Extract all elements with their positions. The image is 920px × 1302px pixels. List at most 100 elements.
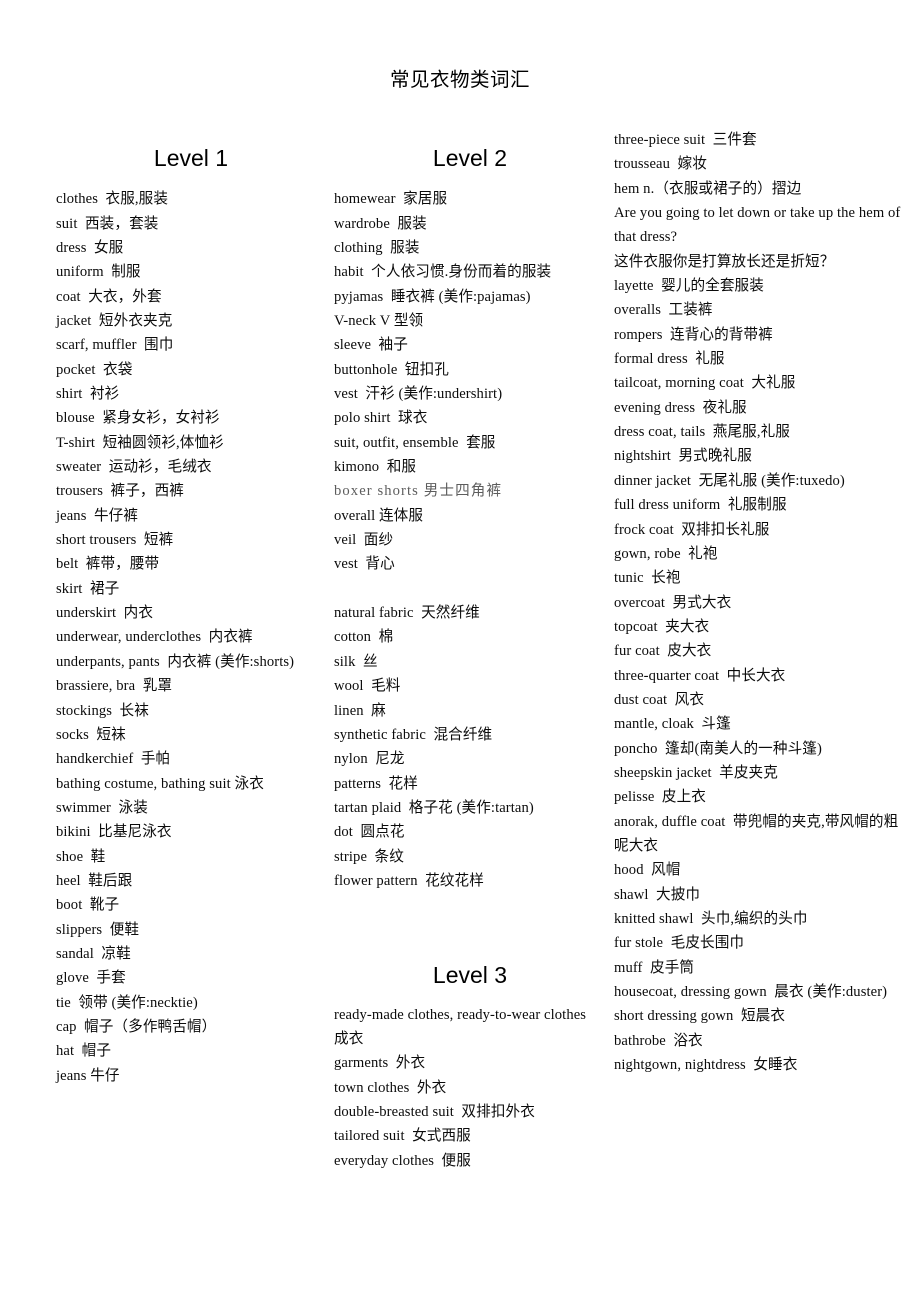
vocab-entry: full dress uniform 礼服制服 bbox=[614, 497, 787, 514]
level-1-entry-list: clothes 衣服,服装 suit 西装，套装 dress 女服 uniform 制… bbox=[56, 187, 326, 1088]
column-level-2: Level 2 homewear 家居服 wardrobe 服装 clothing … bbox=[334, 128, 606, 1173]
vocab-entry: jacket 短外衣夹克 bbox=[56, 313, 173, 330]
vocab-entry: vest 汗衫 (美作:undershirt) bbox=[334, 386, 503, 403]
vocab-entry: short dressing gown 短晨衣 bbox=[614, 1008, 786, 1025]
vocab-entry: everyday clothes 便服 bbox=[334, 1152, 471, 1169]
vocab-entry: short trousers 短裤 bbox=[56, 532, 174, 549]
vocab-entry: 这件衣服你是打算放长还是折短？ bbox=[614, 253, 835, 270]
vocab-entry: kimono 和服 bbox=[334, 459, 417, 476]
vocab-entry: homewear 家居服 bbox=[334, 191, 448, 208]
vocab-entry: pelisse 皮上衣 bbox=[614, 789, 706, 806]
vocab-entry: vest 背心 bbox=[334, 556, 395, 573]
vocab-entry: polo shirt 球衣 bbox=[334, 410, 428, 427]
vocab-entry: pyjamas 睡衣裤 (美作:pajamas) bbox=[334, 288, 531, 305]
vocab-entry: stripe 条纹 bbox=[334, 848, 404, 865]
vocab-entry: linen 麻 bbox=[334, 702, 386, 719]
vocab-entry: hood 风帽 bbox=[614, 862, 681, 879]
vocab-entry: bathrobe 浴衣 bbox=[614, 1032, 703, 1049]
vocab-entry: synthetic fabric 混合纤维 bbox=[334, 726, 493, 743]
vocab-entry: glove 手套 bbox=[56, 970, 126, 987]
vocab-entry: suit 西装，套装 bbox=[56, 215, 159, 232]
vocab-entry: nightshirt 男式晚礼服 bbox=[614, 448, 752, 465]
level-2-fabric-entry-list: natural fabric 天然纤维 cotton 棉 silk 丝 wool 毛料… bbox=[334, 601, 606, 893]
vocab-entry: tie 领带 (美作:necktie) bbox=[56, 994, 198, 1011]
vocab-entry: fur stole 毛皮长围巾 bbox=[614, 935, 745, 952]
vocab-entry: underpants, pants 内衣裤 (美作:shorts) bbox=[56, 653, 295, 670]
vocab-entry: gown, robe 礼袍 bbox=[614, 545, 718, 562]
vocab-entry: town clothes 外衣 bbox=[334, 1079, 447, 1096]
vocab-entry: hat 帽子 bbox=[56, 1043, 112, 1060]
vocab-entry: sheepskin jacket 羊皮夹克 bbox=[614, 764, 778, 781]
vocab-entry: topcoat 夹大衣 bbox=[614, 618, 710, 635]
level-2-entry-list: homewear 家居服 wardrobe 服装 clothing 服装 habit … bbox=[334, 187, 606, 577]
vocab-entry: silk 丝 bbox=[334, 653, 378, 670]
vocab-entry: habit 个人依习惯.身份而着的服装 bbox=[334, 264, 552, 281]
vocab-entry: suit, outfit, ensemble 套服 bbox=[334, 434, 496, 451]
vocab-entry: tailored suit 女式西服 bbox=[334, 1128, 471, 1145]
vocab-entry: knitted shawl 头巾,编织的头巾 bbox=[614, 911, 808, 927]
vocab-entry: garments 外衣 bbox=[334, 1055, 426, 1072]
vocab-entry: dust coat 风衣 bbox=[614, 691, 705, 708]
vocab-entry: fur coat 皮大衣 bbox=[614, 643, 712, 660]
vocab-entry: V-neck V 型领 bbox=[334, 313, 424, 330]
vocab-entry: layette 婴儿的全套服装 bbox=[614, 278, 764, 295]
document-page: 常见衣物类词汇 Level 1 clothes 衣服,服装 suit 西装，套装 d… bbox=[0, 0, 920, 1302]
vocab-entry: underskirt 内衣 bbox=[56, 605, 154, 622]
vocab-entry: dinner jacket 无尾礼服 (美作:tuxedo) bbox=[614, 472, 845, 489]
vocab-entry: T-shirt 短袖圆领衫,体恤衫 bbox=[56, 434, 224, 451]
vocab-entry: shoe 鞋 bbox=[56, 848, 106, 865]
vocab-entry: brassiere, bra 乳罩 bbox=[56, 678, 173, 695]
vocab-entry: sleeve 袖子 bbox=[334, 337, 408, 354]
level-3-entry-list: ready-made clothes, ready-to-wear clothe… bbox=[334, 1003, 606, 1173]
level-1-heading: Level 1 bbox=[153, 145, 229, 171]
vocab-entry: ready-made clothes, ready-to-wear clothe… bbox=[334, 1006, 594, 1047]
vocab-entry: bathing costume, bathing suit 泳衣 bbox=[56, 775, 264, 792]
vocab-entry: boxer shorts 男士四角裤 bbox=[334, 483, 503, 500]
vocab-entry: belt 裤带，腰带 bbox=[56, 556, 160, 573]
vocab-entry: evening dress 夜礼服 bbox=[614, 399, 747, 416]
vocab-entry: cap 帽子（多作鸭舌帽） bbox=[56, 1018, 217, 1035]
vocab-entry: rompers 连背心的背带裤 bbox=[614, 326, 773, 343]
level-2-heading: Level 2 bbox=[432, 145, 508, 171]
vocab-entry: tartan plaid 格子花 (美作:tartan) bbox=[334, 799, 534, 816]
vocab-entry: blouse 紧身女衫，女衬衫 bbox=[56, 410, 220, 427]
vocab-entry: mantle, cloak 斗篷 bbox=[614, 716, 731, 733]
vocab-entry: buttonhole 钮扣孔 bbox=[334, 361, 450, 378]
vocab-entry: trousers 裤子，西裤 bbox=[56, 483, 184, 500]
vocab-entry: nylon 尼龙 bbox=[334, 751, 405, 768]
vocab-entry: veil 面纱 bbox=[334, 532, 394, 549]
vocab-entry: wardrobe 服装 bbox=[334, 215, 427, 232]
overflow-entry-list: three-piece suit 三件套 trousseau 嫁妆 hem n.（衣… bbox=[614, 128, 906, 1077]
vocab-entry: underwear, underclothes 内衣裤 bbox=[56, 629, 253, 646]
vocab-entry: hem n.（衣服或裙子的）摺边 bbox=[614, 180, 802, 197]
vocab-entry: dress coat, tails 燕尾服,礼服 bbox=[614, 424, 790, 441]
vocab-entry: shirt 衬衫 bbox=[56, 386, 120, 403]
vocab-entry: uniform 制服 bbox=[56, 264, 141, 281]
vocab-entry: swimmer 泳装 bbox=[56, 799, 148, 816]
vocab-entry: pocket 衣袋 bbox=[56, 361, 133, 378]
column-overflow: three-piece suit 三件套 trousseau 嫁妆 hem n.（衣… bbox=[614, 128, 906, 1077]
vocab-entry: clothes 衣服,服装 bbox=[56, 191, 169, 208]
vocab-entry: housecoat, dressing gown 晨衣 (美作:duster) bbox=[614, 984, 888, 1001]
vocab-entry: flower pattern 花纹花样 bbox=[334, 872, 484, 889]
vocab-entry: coat 大衣，外套 bbox=[56, 288, 162, 305]
level-3-heading: Level 3 bbox=[432, 962, 508, 989]
vocab-entry: muff 皮手筒 bbox=[614, 959, 695, 976]
column-level-1: Level 1 clothes 衣服,服装 suit 西装，套装 dress 女服 u… bbox=[56, 128, 326, 1088]
vocab-entry: scarf, muffler 围巾 bbox=[56, 337, 174, 354]
vocab-entry: dot 圆点花 bbox=[334, 824, 405, 841]
vocab-entry: skirt 裙子 bbox=[56, 580, 120, 597]
vocab-entry: heel 鞋后跟 bbox=[56, 872, 133, 889]
vocab-entry: sandal 凉鞋 bbox=[56, 945, 131, 962]
vocab-entry: three-piece suit 三件套 bbox=[614, 132, 757, 148]
vocab-entry: double-breasted suit 双排扣外衣 bbox=[334, 1103, 535, 1120]
vocab-entry: overalls 工装裤 bbox=[614, 302, 713, 319]
vocab-entry: sweater 运动衫，毛绒衣 bbox=[56, 459, 212, 476]
vocab-entry: natural fabric 天然纤维 bbox=[334, 605, 480, 622]
page-title: 常见衣物类词汇 bbox=[389, 69, 530, 91]
vocab-entry: dress 女服 bbox=[56, 239, 124, 256]
vocab-entry: poncho 篷却(南美人的一种斗篷) bbox=[614, 740, 822, 757]
vocab-entry: anorak, duffle coat 带兜帽的夹克,带风帽的粗呢大衣 bbox=[614, 813, 899, 854]
vocab-entry: jeans 牛仔 bbox=[56, 1067, 120, 1084]
